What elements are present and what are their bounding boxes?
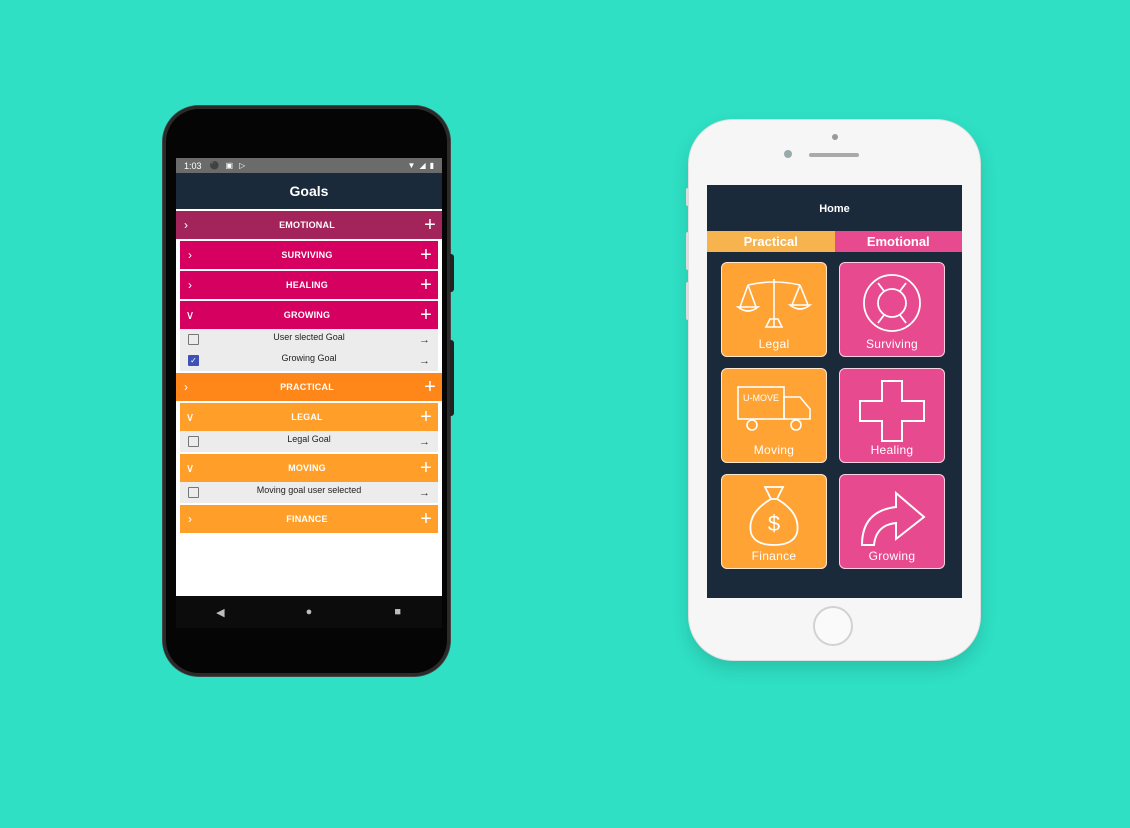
iphone: Home Practical Emotional Legal Surviving U…: [686, 120, 980, 660]
arrow-right-icon[interactable]: →: [419, 334, 430, 346]
android-screen: 1:03 ⚫ ▣ ▷ ▼ ◢ ▮ Goals › EMOTIONAL + › SURVI…: [176, 158, 442, 628]
add-goal-icon[interactable]: +: [414, 458, 438, 478]
page-title: Home: [707, 185, 962, 231]
home-icon[interactable]: ●: [289, 606, 329, 618]
wifi-icon: ▼: [407, 161, 416, 170]
category-row-growing[interactable]: ∨ GROWING +: [180, 301, 438, 329]
home-title: Home: [819, 203, 850, 215]
category-row-legal[interactable]: ∨ LEGAL +: [180, 403, 438, 431]
page-title: Goals: [289, 183, 329, 199]
add-goal-icon[interactable]: +: [414, 509, 438, 529]
tile-finance[interactable]: $ Finance: [721, 474, 827, 569]
category-label: HEALING: [286, 280, 328, 290]
category-label: PRACTICAL: [280, 382, 334, 392]
goal-row[interactable]: Moving goal user selected →: [180, 482, 438, 503]
chevron-down-icon[interactable]: ∨: [180, 410, 200, 424]
shield-icon: ⚫: [209, 161, 220, 170]
app-bar: Goals: [176, 173, 442, 209]
goal-label: Legal Goal: [287, 433, 331, 444]
tile-legal[interactable]: Legal: [721, 262, 827, 357]
add-goal-icon[interactable]: +: [418, 377, 442, 397]
category-label: GROWING: [283, 310, 331, 320]
back-icon[interactable]: ◀: [200, 606, 240, 619]
android-phone: 1:03 ⚫ ▣ ▷ ▼ ◢ ▮ Goals › EMOTIONAL + › SURVI…: [163, 106, 454, 676]
tab-label: Practical: [743, 234, 798, 249]
category-row-practical[interactable]: › PRACTICAL +: [176, 373, 442, 401]
tab-practical[interactable]: Practical: [707, 231, 835, 252]
play-store-icon: ▷: [239, 161, 246, 170]
mute-switch: [686, 188, 689, 206]
battery-icon: ▮: [429, 161, 434, 170]
tile-label: Moving: [753, 443, 795, 457]
goal-row[interactable]: User slected Goal →: [180, 329, 438, 350]
category-row-healing[interactable]: › HEALING +: [180, 271, 438, 299]
goal-label: Growing Goal: [281, 352, 337, 363]
status-time: 1:03: [184, 160, 202, 171]
sensor-dot: [832, 134, 838, 140]
chevron-down-icon[interactable]: ∨: [180, 308, 200, 322]
iphone-screen: Home Practical Emotional Legal Surviving U…: [707, 185, 962, 598]
add-goal-icon[interactable]: +: [414, 245, 438, 265]
tile-growing[interactable]: Growing: [839, 474, 945, 569]
tile-label: Growing: [868, 549, 916, 563]
add-goal-icon[interactable]: +: [414, 275, 438, 295]
earpiece-speaker: [809, 153, 859, 157]
front-camera: [784, 150, 792, 158]
category-label: MOVING: [288, 463, 326, 473]
tile-label: Surviving: [865, 337, 919, 351]
goal-row[interactable]: ✓ Growing Goal →: [180, 350, 438, 371]
chevron-right-icon[interactable]: ›: [180, 278, 200, 292]
volume-down-button: [686, 282, 689, 320]
tile-surviving[interactable]: Surviving: [839, 262, 945, 357]
tab-label: Emotional: [866, 234, 930, 249]
arrow-right-icon[interactable]: →: [419, 355, 430, 367]
goal-checkbox[interactable]: [188, 436, 199, 447]
chevron-right-icon[interactable]: ›: [176, 218, 196, 232]
category-row-finance[interactable]: › FINANCE +: [180, 505, 438, 533]
tile-moving[interactable]: U-MOVE Moving: [721, 368, 827, 463]
add-goal-icon[interactable]: +: [414, 407, 438, 427]
category-row-emotional[interactable]: › EMOTIONAL +: [176, 211, 442, 239]
chevron-right-icon[interactable]: ›: [180, 512, 200, 526]
tile-label: Healing: [870, 443, 914, 457]
category-label: LEGAL: [291, 412, 323, 422]
home-button[interactable]: [813, 606, 853, 646]
goal-checkbox[interactable]: ✓: [188, 355, 199, 366]
chevron-right-icon[interactable]: ›: [176, 380, 196, 394]
volume-up-button: [686, 232, 689, 270]
tile-label: Legal: [758, 337, 790, 351]
tile-label: Finance: [751, 549, 797, 563]
arrow-right-icon[interactable]: →: [419, 436, 430, 448]
goal-checkbox[interactable]: [188, 487, 199, 498]
goal-label: Moving goal user selected: [256, 484, 362, 495]
add-goal-icon[interactable]: +: [418, 215, 442, 235]
tab-emotional[interactable]: Emotional: [834, 231, 962, 252]
volume-button: [450, 340, 454, 416]
goal-row[interactable]: Legal Goal →: [180, 431, 438, 452]
category-row-moving[interactable]: ∨ MOVING +: [180, 454, 438, 482]
icon-text: $: [768, 511, 780, 536]
icon-text: U-MOVE: [743, 393, 779, 403]
category-grid: Legal Surviving U-MOVE Moving Healing $ Financ…: [707, 252, 962, 569]
sd-card-icon: ▣: [225, 161, 234, 170]
chevron-right-icon[interactable]: ›: [180, 248, 200, 262]
tile-healing[interactable]: Healing: [839, 368, 945, 463]
status-bar: 1:03 ⚫ ▣ ▷ ▼ ◢ ▮: [176, 158, 442, 173]
chevron-down-icon[interactable]: ∨: [180, 461, 200, 475]
android-nav-bar: ◀ ● ■: [176, 596, 442, 628]
category-label: EMOTIONAL: [279, 220, 335, 230]
recents-icon[interactable]: ■: [378, 606, 418, 618]
power-button: [450, 254, 454, 292]
category-label: FINANCE: [286, 514, 328, 524]
category-label: SURVIVING: [281, 250, 333, 260]
arrow-right-icon[interactable]: →: [419, 487, 430, 499]
add-goal-icon[interactable]: +: [414, 305, 438, 325]
signal-icon: ◢: [419, 161, 426, 170]
category-row-surviving[interactable]: › SURVIVING +: [180, 241, 438, 269]
goal-checkbox[interactable]: [188, 334, 199, 345]
tab-bar: Practical Emotional: [707, 231, 962, 252]
goals-list: › EMOTIONAL + › SURVIVING + › HEALING + ∨ GROWING +…: [176, 211, 442, 533]
goal-label: User slected Goal: [273, 331, 345, 342]
